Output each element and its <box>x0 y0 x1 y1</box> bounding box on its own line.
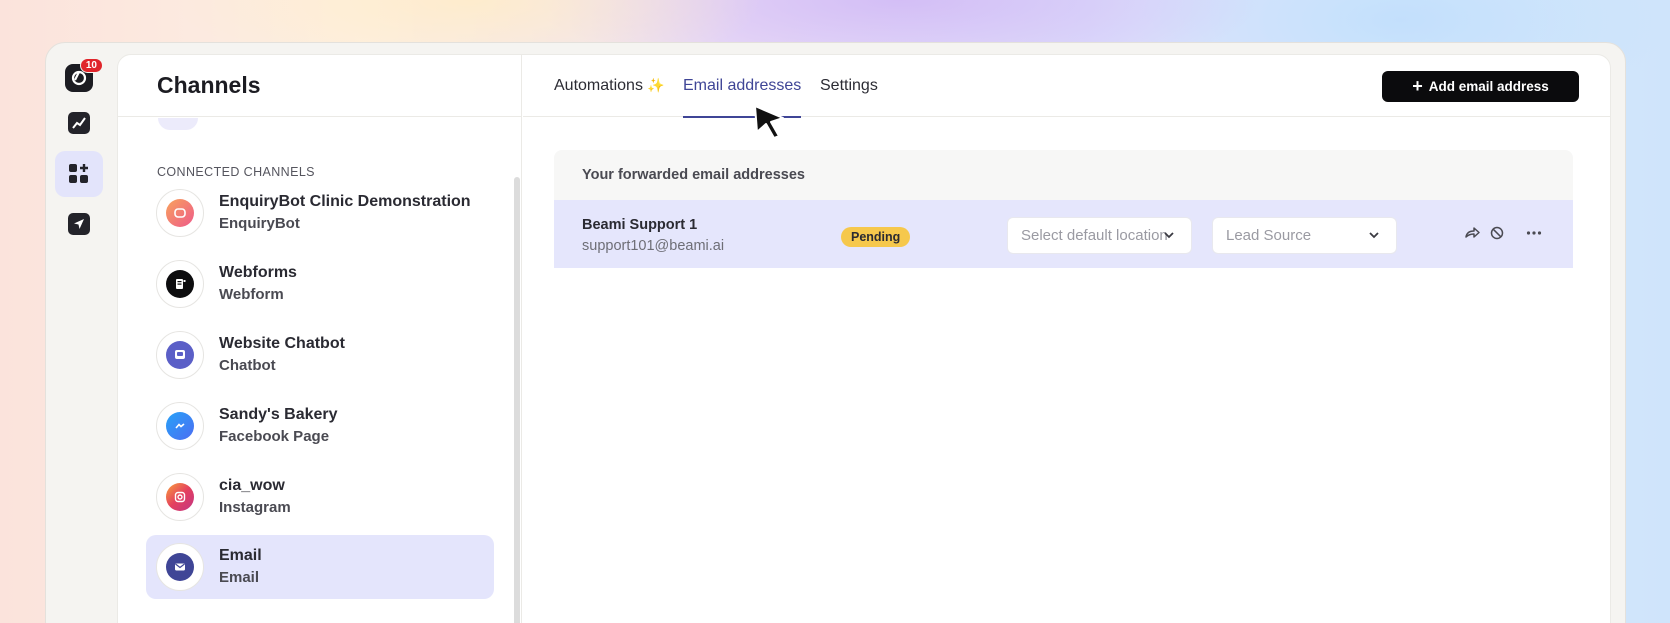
channel-item-cia-wow[interactable]: cia_wow Instagram <box>146 465 494 529</box>
more-options-icon[interactable] <box>1525 224 1543 242</box>
email-icon <box>166 553 194 581</box>
chevron-down-icon <box>1164 232 1174 239</box>
email-row[interactable]: Beami Support 1 support101@beami.ai Pend… <box>554 200 1573 268</box>
forwarded-emails-panel: Your forwarded email addresses Beami Sup… <box>554 150 1573 268</box>
channel-item-website-chatbot[interactable]: Website Chatbot Chatbot <box>146 323 494 387</box>
row-actions <box>1463 224 1543 242</box>
tab-label: Email addresses <box>683 77 802 94</box>
channel-type: Facebook Page <box>219 428 330 445</box>
channel-item-enquirybot[interactable]: EnquiryBot Clinic Demonstration EnquiryB… <box>146 181 494 245</box>
channel-type: Email <box>219 569 260 586</box>
enquirybot-icon <box>166 199 194 227</box>
channel-name: Website Chatbot <box>219 335 345 352</box>
apps-add-icon <box>69 164 88 183</box>
email-row-address: support101@beami.ai <box>582 238 725 254</box>
channel-avatar <box>156 189 204 237</box>
rail-item-home[interactable]: 10 <box>55 55 103 101</box>
select-placeholder: Lead Source <box>1226 227 1312 244</box>
channel-name: Webforms <box>219 264 297 281</box>
webform-icon <box>166 270 194 298</box>
plus-icon: + <box>1412 75 1423 96</box>
chatbot-icon <box>166 341 194 369</box>
tab-automations[interactable]: Automations ✨ <box>554 77 665 117</box>
chevron-down-icon <box>1369 232 1379 239</box>
send-icon <box>68 213 90 235</box>
tab-label: Automations <box>554 77 643 94</box>
channel-type: Chatbot <box>219 357 276 374</box>
sidebar-header: Channels <box>118 55 521 117</box>
select-placeholder: Select default location <box>1021 227 1168 244</box>
add-email-address-button[interactable]: + Add email address <box>1382 71 1579 102</box>
page-title: Channels <box>157 72 261 98</box>
brand-logo-icon: 10 <box>65 58 103 92</box>
panel-title: Your forwarded email addresses <box>582 166 805 183</box>
channel-type: EnquiryBot <box>219 215 300 232</box>
rail-item-campaigns[interactable] <box>55 201 103 247</box>
channel-item-webforms[interactable]: Webforms Webform <box>146 252 494 316</box>
sparkle-icon: ✨ <box>647 77 665 93</box>
channel-type: Webform <box>219 286 284 303</box>
channel-avatar <box>156 402 204 450</box>
tab-label: Settings <box>820 77 878 94</box>
block-icon[interactable] <box>1489 225 1505 241</box>
channel-avatar-partial <box>158 118 198 130</box>
mouse-cursor-icon <box>754 105 784 139</box>
channel-avatar <box>156 331 204 379</box>
rail-item-channels[interactable] <box>55 151 103 197</box>
channel-name: Email <box>219 547 262 564</box>
tab-settings[interactable]: Settings <box>820 77 878 117</box>
channel-name: EnquiryBot Clinic Demonstration <box>219 193 471 210</box>
email-row-name: Beami Support 1 <box>582 217 698 233</box>
sidebar-scrollbar[interactable] <box>514 177 520 623</box>
channel-item-sandys-bakery[interactable]: Sandy's Bakery Facebook Page <box>146 394 494 458</box>
channel-type: Instagram <box>219 499 291 516</box>
messenger-icon <box>166 412 194 440</box>
button-label: Add email address <box>1428 79 1549 94</box>
content-area: Automations ✨ Email addresses Settings +… <box>523 55 1610 623</box>
channel-item-email[interactable]: Email Email <box>146 535 494 599</box>
lead-source-select[interactable]: Lead Source <box>1212 217 1397 254</box>
channels-sidebar: Channels CONNECTED CHANNELS EnquiryBot C… <box>118 55 522 623</box>
instagram-icon <box>166 483 194 511</box>
channel-avatar <box>156 260 204 308</box>
status-badge: Pending <box>841 227 911 247</box>
rail-item-analytics[interactable] <box>55 100 103 146</box>
default-location-select[interactable]: Select default location <box>1007 217 1192 254</box>
channel-avatar <box>156 543 204 591</box>
tabs-bar: Automations ✨ Email addresses Settings +… <box>523 55 1610 118</box>
channel-name: Sandy's Bakery <box>219 406 338 423</box>
forward-icon[interactable] <box>1463 224 1481 242</box>
notification-badge: 10 <box>79 58 103 73</box>
main-card: Channels CONNECTED CHANNELS EnquiryBot C… <box>117 54 1611 623</box>
section-label: CONNECTED CHANNELS <box>157 165 315 179</box>
channel-name: cia_wow <box>219 477 285 494</box>
channel-avatar <box>156 473 204 521</box>
chart-trend-icon <box>68 112 90 134</box>
